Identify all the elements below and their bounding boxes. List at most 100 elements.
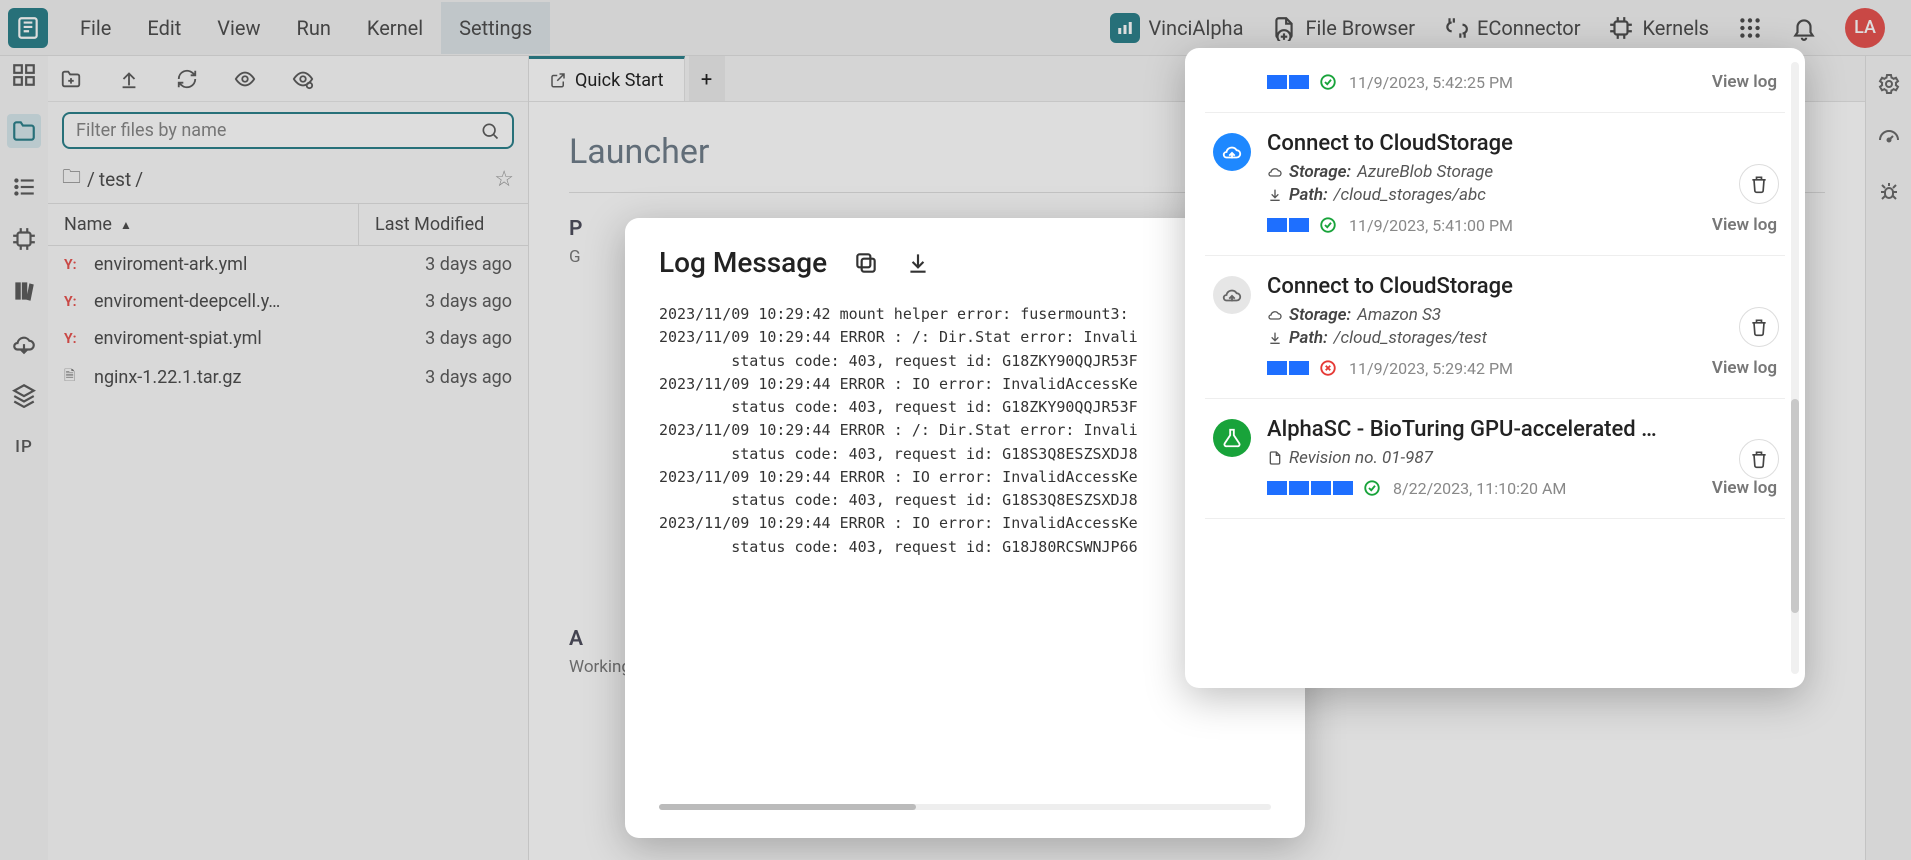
menu-view[interactable]: View (199, 2, 278, 54)
status-success-icon (1319, 73, 1337, 91)
progress-bar (1267, 218, 1309, 232)
econnector-icon (1443, 15, 1469, 41)
menu-settings[interactable]: Settings (441, 2, 550, 54)
delete-notification-button[interactable] (1739, 307, 1779, 347)
file-list-header: Name▲ Last Modified (48, 203, 528, 246)
file-name: enviroment-spiat.yml (94, 328, 362, 349)
file-list: Y: enviroment-ark.yml 3 days agoY: envir… (48, 246, 528, 397)
notif-revision: Revision no. 01-987 (1267, 448, 1777, 468)
log-modal-title: Log Message (659, 246, 827, 279)
notif-time: 11/9/2023, 5:29:42 PM (1349, 359, 1513, 378)
file-modified: 3 days ago (362, 328, 512, 349)
apps-grid-icon[interactable] (1737, 15, 1763, 41)
vincialpha-icon (1110, 13, 1140, 43)
delete-notification-button[interactable] (1739, 439, 1779, 479)
folder-tab-icon[interactable] (7, 114, 41, 148)
menu-edit[interactable]: Edit (129, 2, 199, 54)
econnector-link[interactable]: EConnector (1443, 15, 1581, 41)
layers-icon[interactable] (11, 382, 37, 408)
file-modified: 3 days ago (362, 367, 512, 388)
download-icon[interactable] (905, 250, 931, 276)
notif-footer: 11/9/2023, 5:41:00 PM View log (1267, 215, 1777, 235)
grid-view-icon[interactable] (11, 62, 37, 88)
progress-segment (1289, 75, 1309, 89)
view-log-link[interactable]: View log (1712, 478, 1777, 498)
breadcrumb-root-icon[interactable]: 🗀 (62, 163, 81, 195)
app-logo[interactable] (8, 8, 48, 48)
file-name: enviroment-ark.yml (94, 254, 362, 275)
vincialpha-label: VinciAlpha (1148, 16, 1243, 40)
file-type-icon: Y: (64, 257, 84, 273)
log-scrollbar[interactable] (659, 804, 1271, 810)
file-type-icon: Y: (64, 331, 84, 347)
breadcrumb-part[interactable]: test (99, 168, 131, 191)
log-modal-header: Log Message (659, 246, 1271, 279)
eye-settings-icon[interactable] (292, 68, 314, 90)
file-name: enviroment-deepcell.y… (94, 291, 362, 312)
eye-icon[interactable] (234, 68, 256, 90)
progress-segment (1289, 361, 1309, 375)
status-error-icon (1319, 359, 1337, 377)
user-avatar[interactable]: LA (1845, 8, 1885, 48)
gauge-icon[interactable] (1877, 126, 1901, 150)
progress-segment (1311, 481, 1331, 495)
menu-file[interactable]: File (62, 2, 129, 54)
file-row[interactable]: 🗎 nginx-1.22.1.tar.gz 3 days ago (48, 357, 528, 397)
upload-icon[interactable] (118, 68, 140, 90)
econnector-label: EConnector (1477, 16, 1581, 40)
file-name: nginx-1.22.1.tar.gz (94, 367, 362, 388)
view-log-link[interactable]: View log (1712, 358, 1777, 378)
file-browser-link[interactable]: File Browser (1271, 15, 1415, 41)
file-type-icon: 🗎 (64, 365, 84, 389)
new-folder-icon[interactable] (60, 68, 82, 90)
cloud-upload-icon (1213, 133, 1251, 171)
notifications-icon[interactable] (1791, 15, 1817, 41)
menu-run[interactable]: Run (279, 2, 349, 54)
notif-time: 11/9/2023, 5:41:00 PM (1349, 216, 1513, 235)
file-row[interactable]: Y: enviroment-deepcell.y… 3 days ago (48, 283, 528, 320)
progress-segment (1267, 361, 1287, 375)
chip-icon[interactable] (11, 226, 37, 252)
file-row[interactable]: Y: enviroment-spiat.yml 3 days ago (48, 320, 528, 357)
gear-icon[interactable] (1877, 72, 1901, 96)
column-modified[interactable]: Last Modified (358, 204, 528, 245)
right-rail (1865, 56, 1911, 860)
topbar-right: VinciAlpha File Browser EConnector Kerne… (1110, 8, 1903, 48)
column-name[interactable]: Name▲ (48, 204, 358, 245)
new-tab-button[interactable]: + (689, 56, 725, 101)
notif-scrollbar-thumb[interactable] (1791, 399, 1799, 613)
progress-bar (1267, 361, 1309, 375)
notif-title: Connect to CloudStorage (1267, 274, 1777, 299)
breadcrumb-sep: / (135, 168, 143, 191)
notification-item: Connect to CloudStorage Storage: AzureBl… (1205, 113, 1785, 256)
books-icon[interactable] (11, 278, 37, 304)
flask-icon (1213, 419, 1251, 457)
log-scrollbar-thumb[interactable] (659, 804, 916, 810)
file-search-input[interactable] (76, 120, 480, 141)
progress-bar (1267, 75, 1309, 89)
view-log-link[interactable]: View log (1712, 215, 1777, 235)
tab-quick-start[interactable]: Quick Start (529, 56, 685, 101)
cloud-icon[interactable] (11, 330, 37, 356)
refresh-icon[interactable] (176, 68, 198, 90)
notif-storage: Storage: Amazon S3 (1267, 305, 1777, 325)
file-modified: 3 days ago (362, 291, 512, 312)
kernels-link[interactable]: Kernels (1608, 15, 1709, 41)
search-icon[interactable] (480, 121, 500, 141)
left-rail: IP (0, 56, 48, 860)
view-log-link[interactable]: View log (1712, 72, 1777, 92)
notif-path: Path: /cloud_storages/abc (1267, 185, 1777, 205)
menu-kernel[interactable]: Kernel (349, 2, 441, 54)
file-search[interactable] (62, 112, 514, 149)
favorite-icon[interactable]: ☆ (494, 167, 514, 192)
file-row[interactable]: Y: enviroment-ark.yml 3 days ago (48, 246, 528, 283)
ip-label[interactable]: IP (11, 434, 37, 460)
delete-notification-button[interactable] (1739, 164, 1779, 204)
list-icon[interactable] (11, 174, 37, 200)
bug-icon[interactable] (1877, 180, 1901, 204)
notification-item: 11/9/2023, 5:42:25 PM View log (1205, 58, 1785, 113)
log-content[interactable]: 2023/11/09 10:29:42 mount helper error: … (659, 303, 1271, 794)
notif-scrollbar[interactable] (1791, 62, 1799, 674)
copy-icon[interactable] (853, 250, 879, 276)
vincialpha-link[interactable]: VinciAlpha (1110, 13, 1243, 43)
